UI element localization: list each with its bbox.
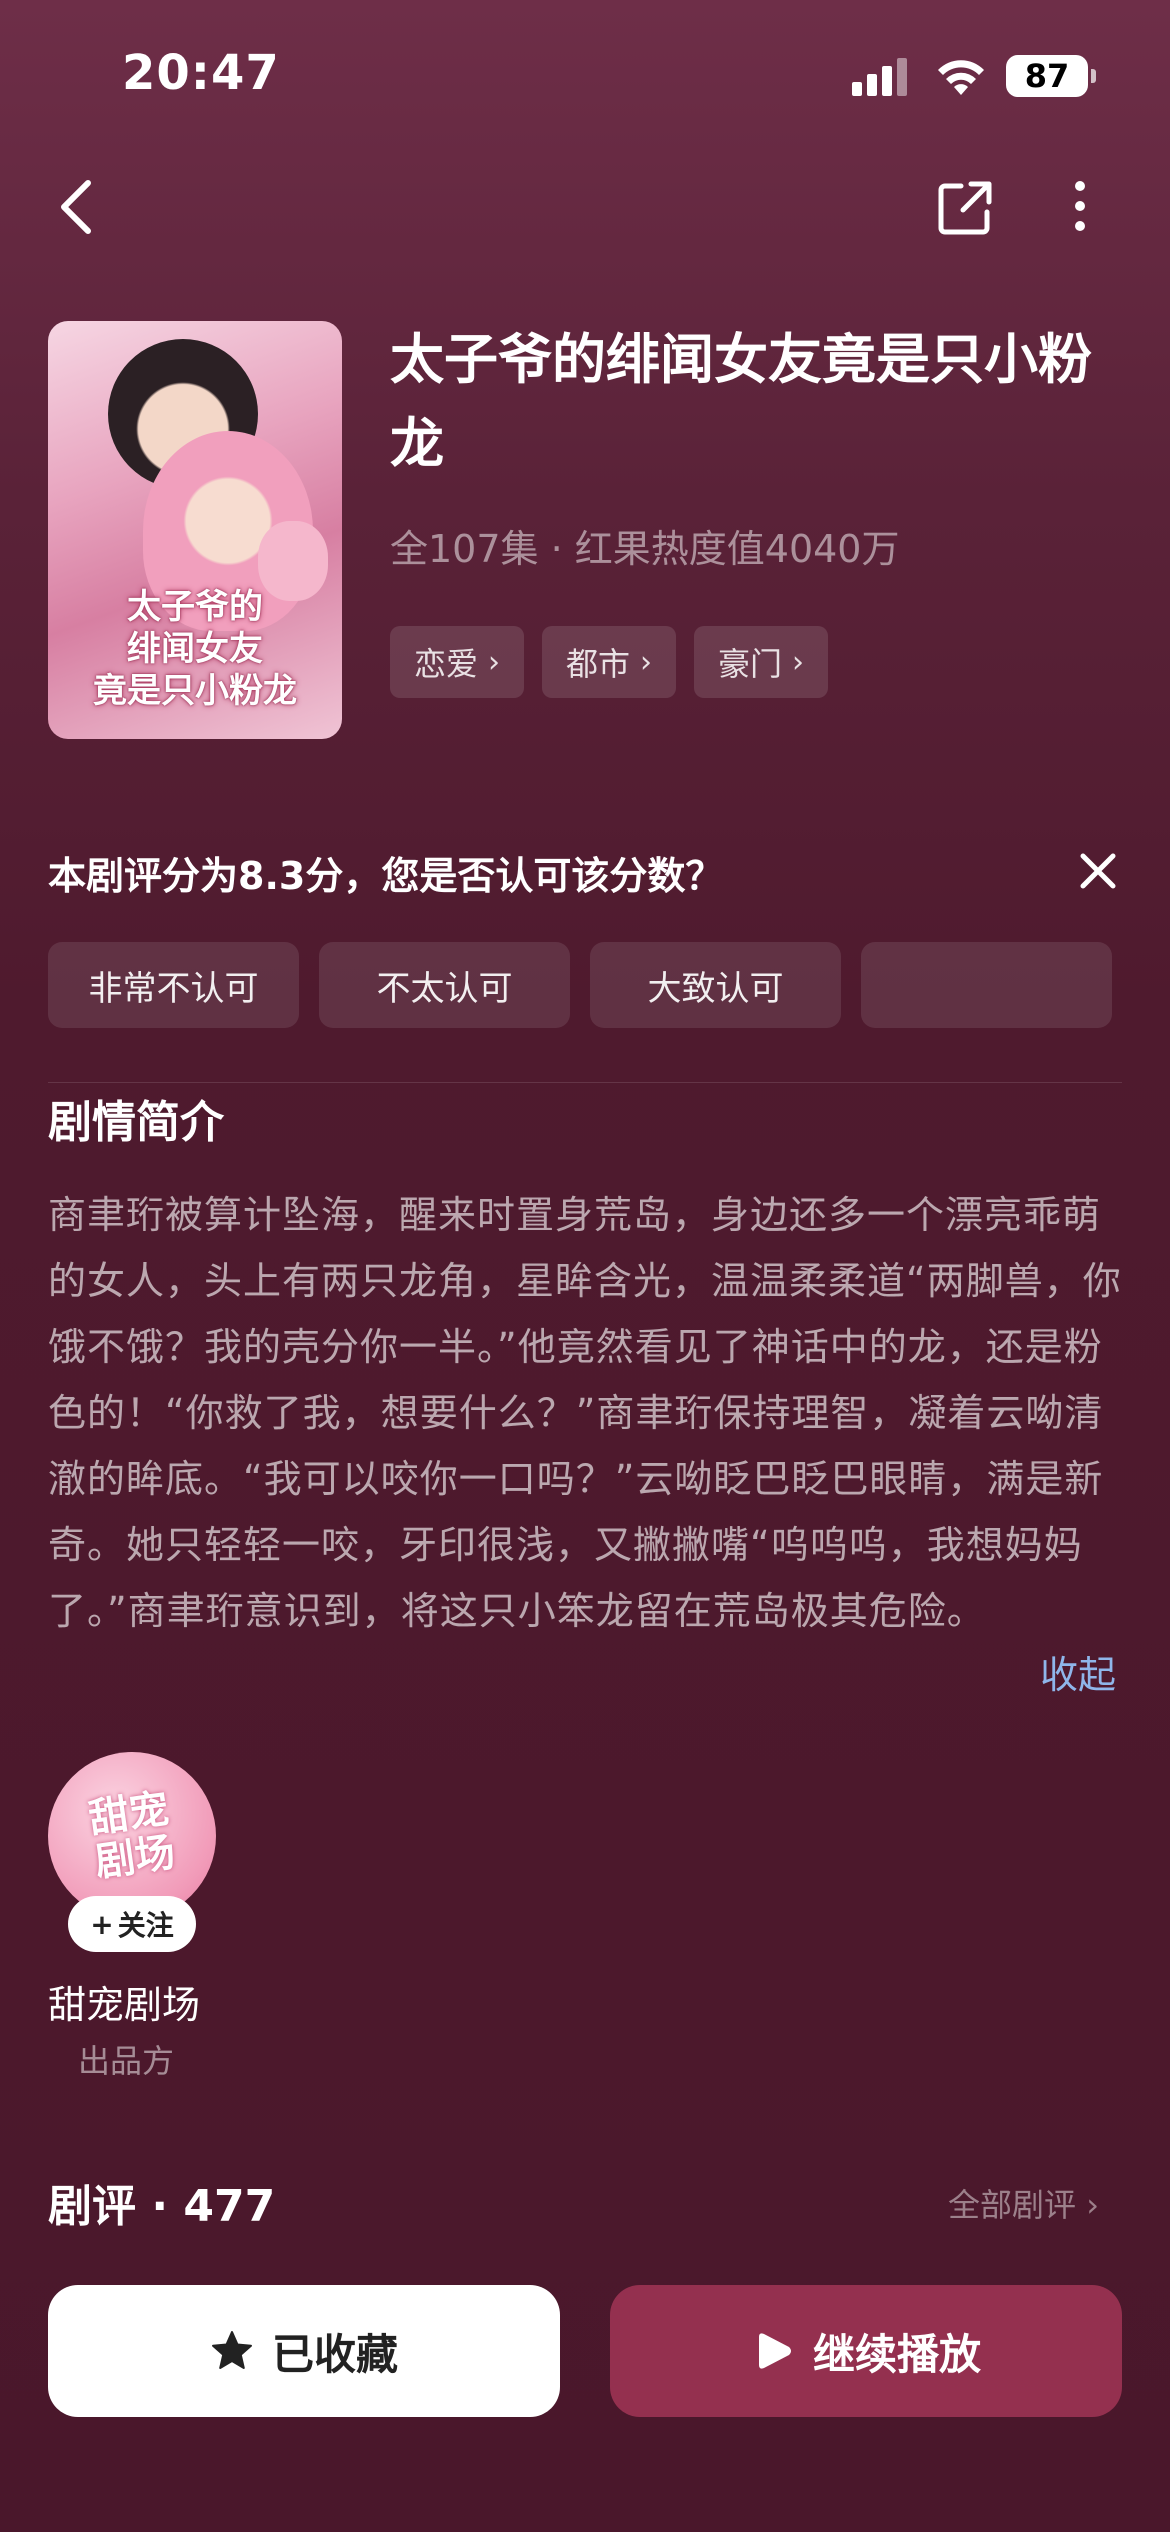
rating-options: 非常不认可 不太认可 大致认可 [48, 942, 1112, 1028]
producer-role: 出品方 [78, 2042, 175, 2080]
plus-icon: + [90, 1907, 114, 1941]
tag-romance[interactable]: 恋爱 › [390, 626, 525, 698]
drama-cover[interactable]: 太子爷的 绯闻女友 竟是只小粉龙 [48, 321, 342, 739]
chevron-left-icon [61, 180, 91, 234]
star-icon [211, 2331, 252, 2369]
reviews-title: 剧评 · 477 [48, 2181, 276, 2232]
share-icon [938, 181, 992, 235]
more-button[interactable] [1060, 178, 1100, 238]
back-button[interactable] [56, 172, 112, 242]
drama-title: 太子爷的绯闻女友竟是只小粉龙 [390, 328, 1092, 475]
battery-indicator: 87 [1006, 55, 1096, 97]
more-vertical-icon [1075, 181, 1085, 231]
tag-list: 恋爱 › 都市 › 豪门 › [390, 626, 829, 698]
play-icon [758, 2333, 791, 2369]
all-reviews-link[interactable]: 全部剧评 › [948, 2180, 1099, 2226]
collapse-button[interactable]: 收起 [1040, 1642, 1116, 1708]
chevron-right-icon: › [792, 644, 805, 680]
producer-avatar[interactable]: 甜宠 剧场 [48, 1752, 216, 1920]
rating-option-strongly-disagree[interactable]: 非常不认可 [48, 942, 299, 1028]
status-bar: 20:47 87 [0, 0, 1170, 150]
rating-option-disagree[interactable]: 不太认可 [319, 942, 570, 1028]
tag-urban[interactable]: 都市 › [542, 626, 677, 698]
close-icon [1080, 853, 1116, 889]
rating-option-mostly-agree[interactable]: 大致认可 [590, 942, 841, 1028]
status-time: 20:47 [122, 45, 280, 101]
rating-close-button[interactable] [1075, 848, 1121, 894]
producer-name[interactable]: 甜宠剧场 [48, 1974, 200, 2029]
favorite-button[interactable]: 已收藏 [48, 2285, 560, 2417]
chevron-right-icon: › [1076, 2186, 1099, 2224]
rating-question: 本剧评分为8.3分，您是否认可该分数？ [48, 854, 724, 898]
rating-option-agree[interactable] [861, 942, 1112, 1028]
continue-play-button[interactable]: 继续播放 [610, 2285, 1122, 2417]
producer-avatar-logo: 甜宠 剧场 [85, 1784, 178, 1887]
divider [48, 1082, 1122, 1083]
tag-wealthy[interactable]: 豪门 › [694, 626, 829, 698]
cellular-signal-icon [852, 58, 907, 96]
share-button[interactable] [935, 178, 995, 238]
synopsis-title: 剧情简介 [48, 1097, 224, 1148]
wifi-icon [938, 60, 984, 95]
drama-meta: 全107集 · 红果热度值4040万 [390, 527, 900, 571]
chevron-right-icon: › [488, 644, 501, 680]
cover-title-art: 太子爷的 绯闻女友 竟是只小粉龙 [93, 587, 297, 711]
synopsis-body: 商聿珩被算计坠海，醒来时置身荒岛，身边还多一个漂亮乖萌的女人，头上有两只龙角，星… [48, 1193, 1122, 1633]
chevron-right-icon: › [640, 644, 653, 680]
follow-button[interactable]: + 关注 [68, 1896, 196, 1952]
